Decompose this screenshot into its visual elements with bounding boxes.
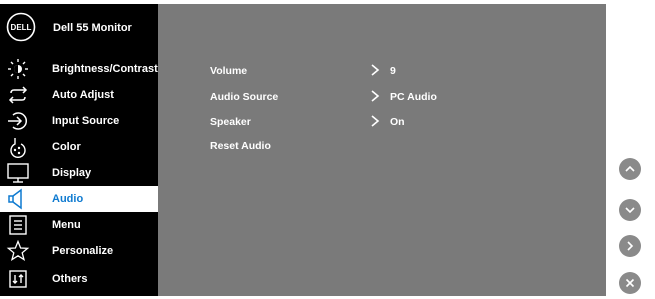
input-source-icon <box>8 112 28 130</box>
menu-label: Input Source <box>52 115 120 127</box>
menu-item-auto-adjust[interactable]: Auto Adjust <box>0 82 158 108</box>
display-icon <box>7 163 29 183</box>
dell-logo: DELL <box>6 12 36 42</box>
setting-name: Volume <box>210 65 248 77</box>
setting-value: 9 <box>390 65 396 77</box>
audio-icon <box>8 188 22 210</box>
chevron-right-icon <box>627 241 634 251</box>
menu-label: Others <box>52 273 88 285</box>
up-button[interactable] <box>619 158 641 180</box>
svg-text:DELL: DELL <box>11 23 32 32</box>
chevron-right-icon <box>371 115 380 127</box>
menu-item-color[interactable]: Color <box>0 134 158 160</box>
setting-name: Speaker <box>210 116 251 128</box>
menu-label: Color <box>52 141 81 153</box>
menu-label: Personalize <box>52 245 114 257</box>
menu-item-menu[interactable]: Menu <box>0 212 158 238</box>
chevron-right-icon <box>371 64 380 76</box>
menu-label: Menu <box>52 219 81 231</box>
auto-adjust-icon <box>8 86 28 104</box>
close-icon <box>625 278 635 288</box>
close-button[interactable] <box>619 272 641 294</box>
menu-label: Brightness/Contrast <box>52 63 158 75</box>
setting-name: Reset Audio <box>210 140 271 152</box>
others-icon <box>9 270 27 288</box>
menu-icon <box>9 215 27 235</box>
chevron-up-icon <box>625 165 635 172</box>
chevron-right-icon <box>371 90 380 102</box>
menu-item-personalize[interactable]: Personalize <box>0 238 158 264</box>
monitor-model: Dell 55 Monitor <box>53 22 132 34</box>
sidebar: DELL Dell 55 Monitor Brightness/Contrast <box>0 4 158 296</box>
personalize-icon <box>6 240 30 262</box>
down-button[interactable] <box>619 199 641 221</box>
osd-window: DELL Dell 55 Monitor Brightness/Contrast <box>0 4 606 296</box>
color-icon <box>10 138 26 158</box>
menu-label: Display <box>52 167 92 179</box>
menu-item-audio[interactable]: Audio <box>0 186 158 212</box>
menu-label: Audio <box>52 193 84 205</box>
brightness-icon <box>8 59 28 79</box>
setting-value: PC Audio <box>390 91 437 103</box>
setting-name: Audio Source <box>210 91 279 103</box>
menu-item-input-source[interactable]: Input Source <box>0 108 158 134</box>
menu-item-display[interactable]: Display <box>0 160 158 186</box>
menu-label: Auto Adjust <box>52 89 114 101</box>
setting-value: On <box>390 116 405 128</box>
menu-item-others[interactable]: Others <box>0 266 158 292</box>
right-button[interactable] <box>619 235 641 257</box>
header: DELL Dell 55 Monitor <box>0 4 158 50</box>
audio-panel: Volume 9 Audio Source PC Audio Speaker O… <box>158 4 606 296</box>
menu-item-brightness-contrast[interactable]: Brightness/Contrast <box>0 56 158 82</box>
chevron-down-icon <box>625 207 635 214</box>
